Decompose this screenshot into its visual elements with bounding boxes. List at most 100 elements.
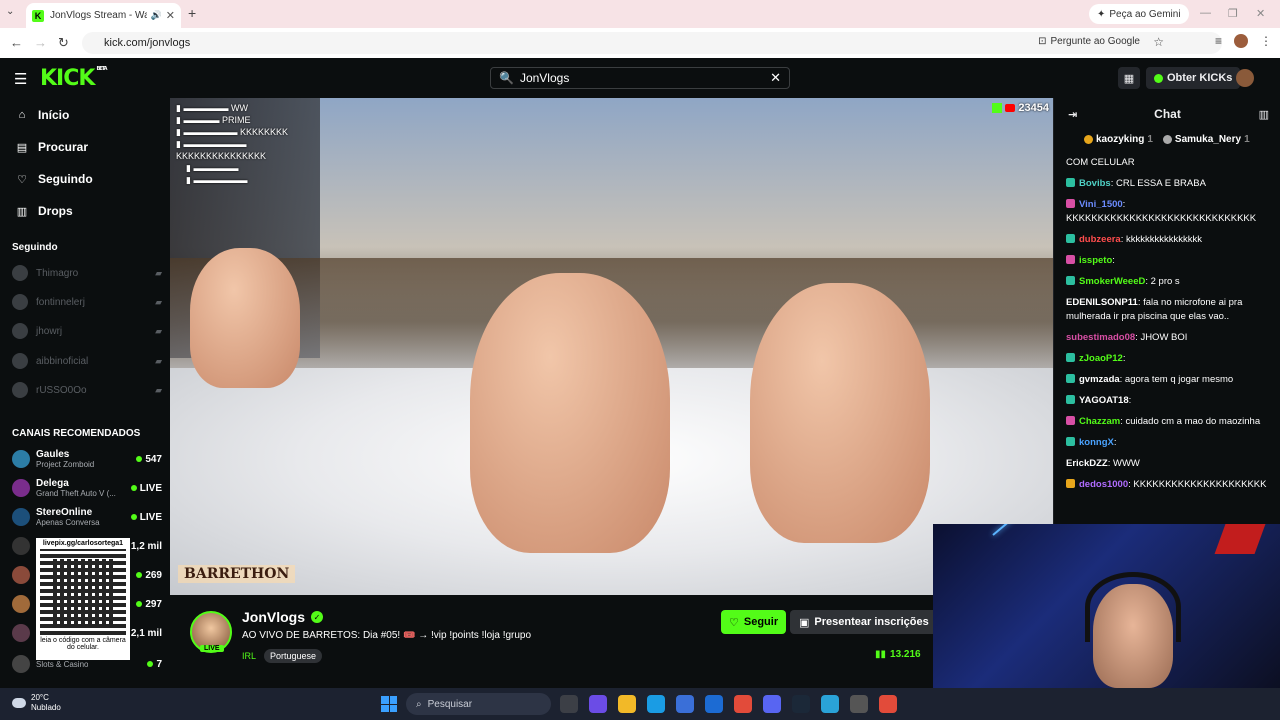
chat-username[interactable]: EDENILSONP11 [1066,297,1138,308]
store-icon[interactable] [676,695,694,713]
chat-username[interactable]: Bovibs [1079,178,1111,189]
weather-widget[interactable]: 20°C Nublado [12,693,61,713]
chat-username[interactable]: subestimado08 [1066,332,1135,343]
verified-icon: ✓ [311,611,324,623]
chat-username[interactable]: YAGOAT18 [1079,395,1129,406]
edge-icon[interactable] [647,695,665,713]
chrome-profile-icon[interactable] [879,695,897,713]
chat-message: dubzeera: kkkkkkkkkkkkkkkk [1066,233,1271,247]
file-explorer-icon[interactable] [618,695,636,713]
sidebar-item-home[interactable]: ⌂ Início [16,104,70,126]
close-window-icon[interactable]: ✕ [1256,7,1265,20]
reload-icon[interactable]: ↻ [58,35,69,51]
steam-icon[interactable] [792,695,810,713]
chat-username[interactable]: dedos1000 [1079,479,1128,490]
chat-text: : [1128,395,1132,406]
recommended-channel[interactable]: Gaules Project Zomboid 547 [12,446,162,472]
gifter-item[interactable]: Samuka_Nery 1 [1162,134,1250,145]
new-tab-button[interactable]: + [188,5,196,21]
language-tag[interactable]: Portuguese [264,649,323,663]
chat-username[interactable]: konngX [1079,437,1114,448]
recommended-channel[interactable]: Delega Grand Theft Auto V (... LIVE [12,475,162,501]
chat-username[interactable]: zJoaoP12 [1079,353,1123,364]
minimize-icon[interactable]: — [1200,7,1211,19]
following-item[interactable]: jhowrj ▰ [12,321,162,341]
live-dot-icon [136,601,143,607]
forward-icon[interactable]: → [34,35,47,50]
bookmark-star-icon[interactable]: ☆ [1153,35,1164,49]
address-bar[interactable]: kick.com/jonvlogs ⊡ Pergunte ao Google ☆ [82,32,1222,54]
chrome-icon[interactable] [734,695,752,713]
gift-icon: ▣ [799,616,810,629]
recommended-channel[interactable]: StereOnline Apenas Conversa LIVE [12,504,162,530]
leaderboard-icon[interactable]: ▥ [1259,108,1269,121]
google-lens-button[interactable]: ⊡ Pergunte ao Google [1038,36,1140,47]
media-control-icon[interactable]: ≡ [1215,34,1222,48]
discord-icon[interactable] [763,695,781,713]
collapse-chat-icon[interactable]: ⇥ [1068,108,1077,121]
maximize-icon[interactable]: ❐ [1228,7,1238,20]
gifter-item[interactable]: kaozyking 1 [1084,134,1153,145]
chat-username[interactable]: Chazzam [1079,416,1120,427]
following-item[interactable]: rUSSO0Oo ▰ [12,380,162,400]
sidebar-item-following[interactable]: ♡ Seguindo [16,168,93,190]
gemini-button[interactable]: ✦ Peça ao Gemini [1089,4,1189,24]
following-item[interactable]: fontinnelerj ▰ [12,292,162,312]
chat-username[interactable]: gvmzada [1079,374,1120,385]
mail-icon[interactable] [705,695,723,713]
chat-username[interactable]: dubzeera [1079,234,1121,245]
theater-mode-icon[interactable]: ▦ [1118,67,1140,89]
category-link[interactable]: IRL [242,651,256,661]
avatar [12,323,28,339]
avatar [12,382,28,398]
app-icon[interactable] [821,695,839,713]
taskbar-search[interactable]: ⌕ Pesquisar [406,693,551,715]
channel-name[interactable]: JonVlogs ✓ [242,609,324,625]
browser-tab-active[interactable]: K JonVlogs Stream - Watch L 🔊 ✕ [26,3,181,28]
following-item[interactable]: aibbinoficial ▰ [12,351,162,371]
copilot-icon[interactable] [589,695,607,713]
tab-search-icon[interactable]: ⌄ [6,6,14,17]
video-player[interactable]: ▮ ▬▬▬▬▬ WW ▮ ▬▬▬▬ PRIME ▮ ▬▬▬▬▬▬ KKKKKKK… [170,98,1053,595]
search-input[interactable]: JonVlogs [520,71,569,85]
chat-badge-icon [1066,234,1075,243]
browser-tab-strip: ⌄ K JonVlogs Stream - Watch L 🔊 ✕ + ✦ Pe… [0,0,1280,28]
avatar [12,624,30,642]
get-kicks-button[interactable]: Obter KICKs [1146,67,1241,89]
chat-username[interactable]: SmokerWeeeD [1079,276,1145,287]
avatar [12,479,30,497]
chat-text: : [1113,437,1117,448]
chat-username[interactable]: Vini_1500 [1079,199,1123,210]
offline-icon: ▰ [155,384,162,395]
sidebar-item-drops[interactable]: ▥ Drops [16,200,73,222]
following-item[interactable]: Thimagro ▰ [12,263,162,283]
clear-search-icon[interactable]: ✕ [770,70,781,86]
profile-avatar[interactable] [1234,34,1248,48]
menu-kebab-icon[interactable]: ⋮ [1260,34,1272,48]
search-bar[interactable]: 🔍 JonVlogs ✕ [490,67,790,89]
user-avatar[interactable] [1236,69,1254,87]
qr-link: livepix.gg/carlosortega1 [42,540,124,547]
chat-username[interactable]: isspeto [1079,255,1112,266]
sidebar-item-browse[interactable]: ▤ Procurar [16,136,88,158]
speaker-icon[interactable]: 🔊 [151,10,162,21]
obs-icon[interactable] [850,695,868,713]
chat-message: zJoaoP12: [1066,352,1271,366]
gift-subs-button[interactable]: ▣ Presentear inscrições [790,610,938,634]
back-icon[interactable]: ← [10,35,23,50]
start-button[interactable] [381,696,397,712]
chat-username[interactable]: ErickDZZ [1066,458,1108,469]
chat-message: konngX: [1066,436,1271,450]
chat-text: : CRL ESSA E BRABA [1110,178,1206,189]
task-view-icon[interactable] [560,695,578,713]
hamburger-menu-icon[interactable]: ☰ [14,70,27,88]
kick-logo[interactable]: KICK BETA [40,66,108,91]
follow-button[interactable]: ♡ Seguir [721,610,787,634]
chat-message: Vini_1500: KKKKKKKKKKKKKKKKKKKKKKKKKKKKK… [1066,198,1271,226]
chat-header: ⇥ Chat ▥ [1054,98,1280,130]
chat-message: subestimado08: JHOW BOI [1066,331,1271,345]
chat-title: Chat [1154,107,1181,121]
close-tab-icon[interactable]: ✕ [166,9,175,22]
avatar [12,294,28,310]
chat-badge-icon [1066,276,1075,285]
